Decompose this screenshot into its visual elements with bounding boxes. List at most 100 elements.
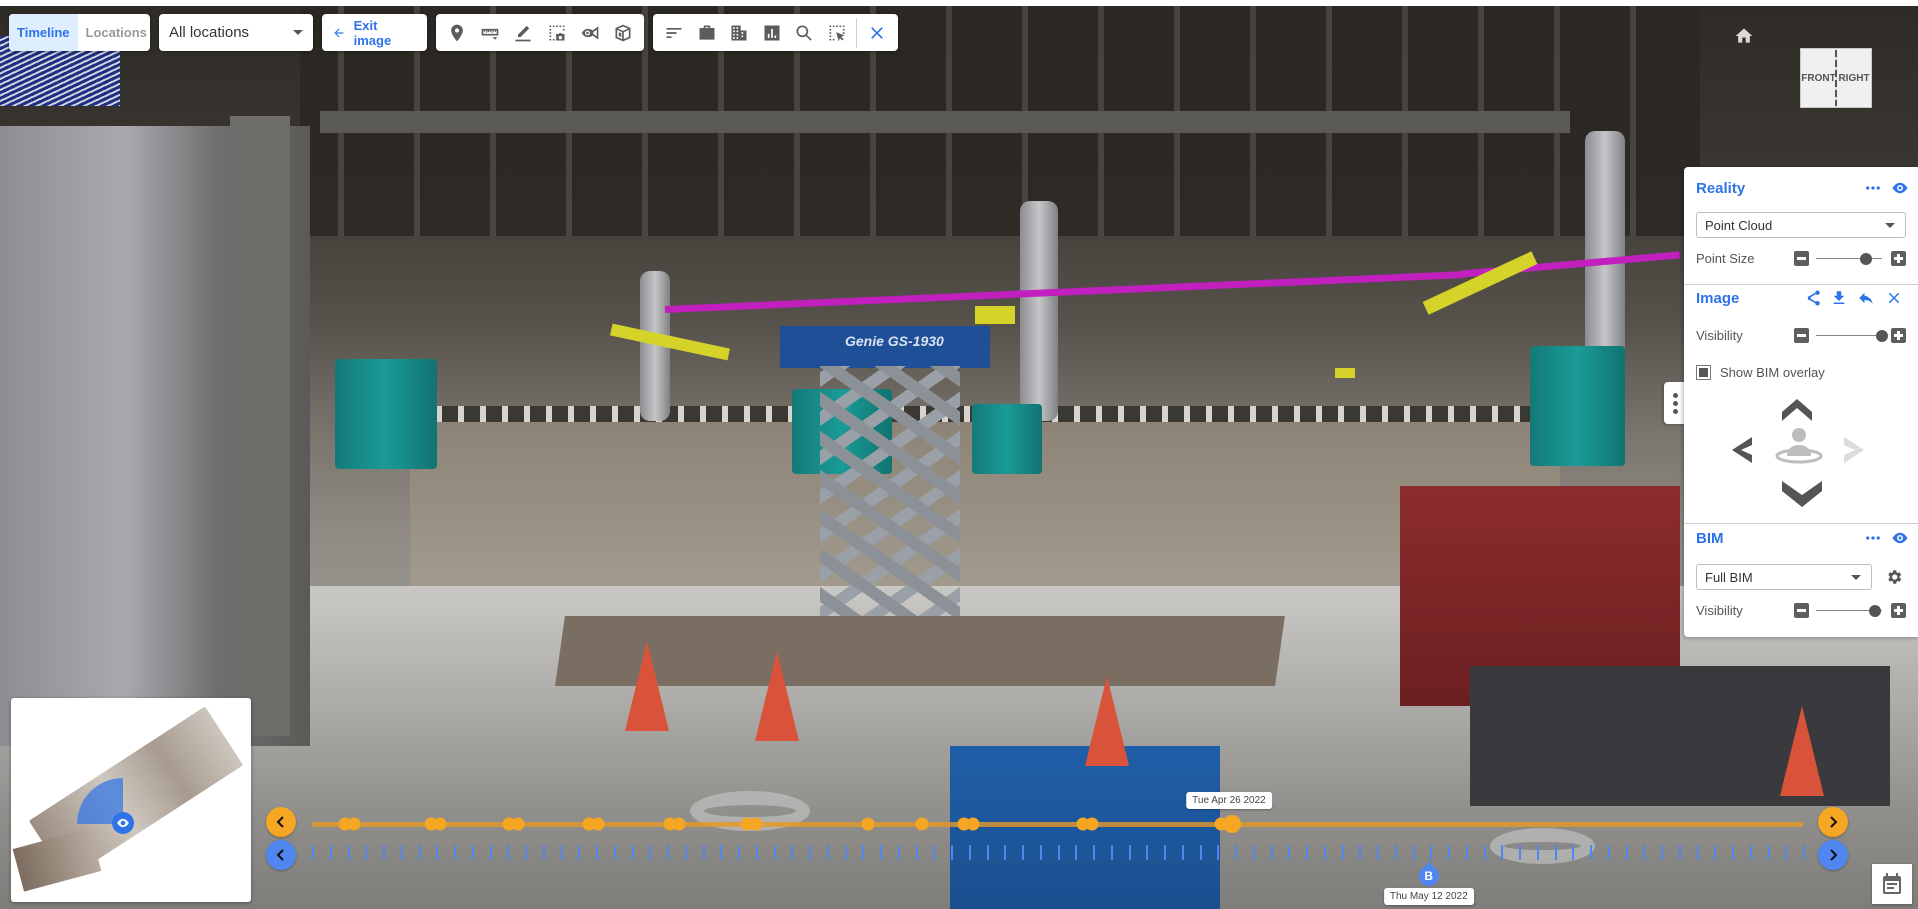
compare-tick[interactable] xyxy=(1128,845,1131,860)
compare-tick[interactable] xyxy=(1732,845,1734,860)
compare-tick[interactable] xyxy=(667,845,669,860)
compare-tick[interactable] xyxy=(1377,845,1379,860)
compare-tick[interactable] xyxy=(1554,845,1557,860)
compare-tick[interactable] xyxy=(1519,845,1521,860)
compare-tick[interactable] xyxy=(1110,845,1113,860)
compare-tick[interactable] xyxy=(880,845,882,860)
view-cone-button[interactable] xyxy=(577,20,603,46)
location-pin-button[interactable] xyxy=(444,20,470,46)
reality-mode-select[interactable]: Point Cloud xyxy=(1696,212,1906,238)
compare-tick[interactable] xyxy=(1288,845,1291,860)
walk-mode-button[interactable] xyxy=(1774,426,1824,464)
compare-tick[interactable] xyxy=(844,845,847,860)
slider-knob[interactable] xyxy=(1869,605,1882,617)
compare-tick[interactable] xyxy=(418,845,421,860)
briefcase-button[interactable] xyxy=(694,20,720,46)
decrease-button[interactable] xyxy=(1794,251,1809,266)
compare-tick[interactable] xyxy=(1323,845,1326,860)
reply-button[interactable] xyxy=(1856,288,1876,308)
bim-settings-button[interactable] xyxy=(1884,567,1904,587)
capture-dot[interactable] xyxy=(347,817,361,831)
timeline-prev-capture-button[interactable] xyxy=(266,807,296,837)
scene-waypoint-ring[interactable] xyxy=(1490,828,1595,864)
move-right-button[interactable] xyxy=(1844,437,1864,463)
view-cube-right[interactable]: RIGHT xyxy=(1836,48,1872,108)
image-visibility-slider[interactable] xyxy=(1794,327,1906,345)
slider-knob[interactable] xyxy=(1859,253,1872,265)
increase-button[interactable] xyxy=(1891,603,1906,618)
close-image-button[interactable] xyxy=(1884,288,1904,308)
3d-viewer-canvas[interactable]: Genie GS-1930 xyxy=(0,6,1918,909)
calendar-button[interactable] xyxy=(1872,864,1912,904)
minimap[interactable] xyxy=(11,698,251,902)
compare-tick[interactable] xyxy=(1536,845,1539,860)
compare-tick[interactable] xyxy=(1341,845,1344,860)
compare-tick[interactable] xyxy=(542,845,545,860)
compare-tick[interactable] xyxy=(1217,845,1220,860)
compare-tick[interactable] xyxy=(1625,845,1628,860)
bim-more-button[interactable] xyxy=(1863,528,1883,548)
compare-tick[interactable] xyxy=(312,845,314,860)
compare-tick[interactable] xyxy=(773,845,776,860)
show-bim-overlay-checkbox[interactable] xyxy=(1696,365,1711,380)
snapshot-button[interactable] xyxy=(544,20,570,46)
search-button[interactable] xyxy=(791,20,817,46)
slider-knob[interactable] xyxy=(1876,330,1888,342)
capture-dot[interactable] xyxy=(915,817,929,831)
compare-tick[interactable] xyxy=(897,845,900,860)
compare-tick[interactable] xyxy=(1306,845,1308,860)
compare-tick[interactable] xyxy=(347,845,350,860)
compare-tick[interactable] xyxy=(1270,845,1273,860)
compare-tick[interactable] xyxy=(1057,845,1060,860)
compare-tick[interactable] xyxy=(1181,845,1184,860)
compare-tick[interactable] xyxy=(915,845,918,860)
compare-tick[interactable] xyxy=(1696,845,1699,860)
compare-marker-b[interactable]: B xyxy=(1418,861,1439,886)
compare-tick[interactable] xyxy=(613,845,616,860)
compare-tick[interactable] xyxy=(436,845,439,860)
compare-tick[interactable] xyxy=(809,845,811,860)
compare-tick[interactable] xyxy=(1235,845,1237,860)
capture-dot[interactable] xyxy=(433,817,447,831)
compare-tick[interactable] xyxy=(1785,845,1788,860)
capture-dot[interactable] xyxy=(672,817,686,831)
bim-visibility-toggle[interactable] xyxy=(1890,528,1910,548)
decrease-button[interactable] xyxy=(1794,603,1809,618)
increase-button[interactable] xyxy=(1891,328,1906,343)
compare-tick[interactable] xyxy=(1146,845,1149,860)
move-backward-button[interactable] xyxy=(1782,481,1822,507)
compare-tick[interactable] xyxy=(649,845,652,860)
sort-button[interactable] xyxy=(661,20,687,46)
compare-tick[interactable] xyxy=(1643,845,1646,860)
download-button[interactable] xyxy=(1829,288,1849,308)
exit-image-button[interactable]: Exit image xyxy=(322,14,427,51)
compare-tick[interactable] xyxy=(1714,845,1717,860)
compare-tick[interactable] xyxy=(631,845,634,860)
compare-tick[interactable] xyxy=(383,845,385,860)
compare-tick[interactable] xyxy=(1252,845,1255,860)
location-select[interactable]: All locations xyxy=(159,14,313,51)
compare-tick[interactable] xyxy=(720,845,723,860)
move-forward-button[interactable] xyxy=(1782,399,1812,421)
capture-dot[interactable] xyxy=(1085,817,1099,831)
compare-tick[interactable] xyxy=(1483,845,1486,860)
compare-tick[interactable] xyxy=(525,845,527,860)
bim-mode-select[interactable]: Full BIM xyxy=(1696,564,1872,590)
bim-model-button[interactable] xyxy=(610,20,636,46)
compare-tick[interactable] xyxy=(826,845,829,860)
compare-tick[interactable] xyxy=(1590,845,1592,860)
compare-tick[interactable] xyxy=(1749,845,1752,860)
increase-button[interactable] xyxy=(1891,251,1906,266)
compare-tick[interactable] xyxy=(951,845,953,860)
slider-track[interactable] xyxy=(1816,258,1882,259)
markup-button[interactable] xyxy=(510,20,536,46)
compare-tick[interactable] xyxy=(1430,845,1433,860)
slider-track[interactable] xyxy=(1816,335,1882,336)
compare-tick[interactable] xyxy=(578,845,581,860)
compare-tick[interactable] xyxy=(489,845,492,860)
capture-dot[interactable] xyxy=(591,817,605,831)
home-button[interactable] xyxy=(1733,26,1755,46)
tab-locations[interactable]: Locations xyxy=(78,14,150,51)
compare-tick[interactable] xyxy=(454,845,456,860)
decrease-button[interactable] xyxy=(1794,328,1809,343)
